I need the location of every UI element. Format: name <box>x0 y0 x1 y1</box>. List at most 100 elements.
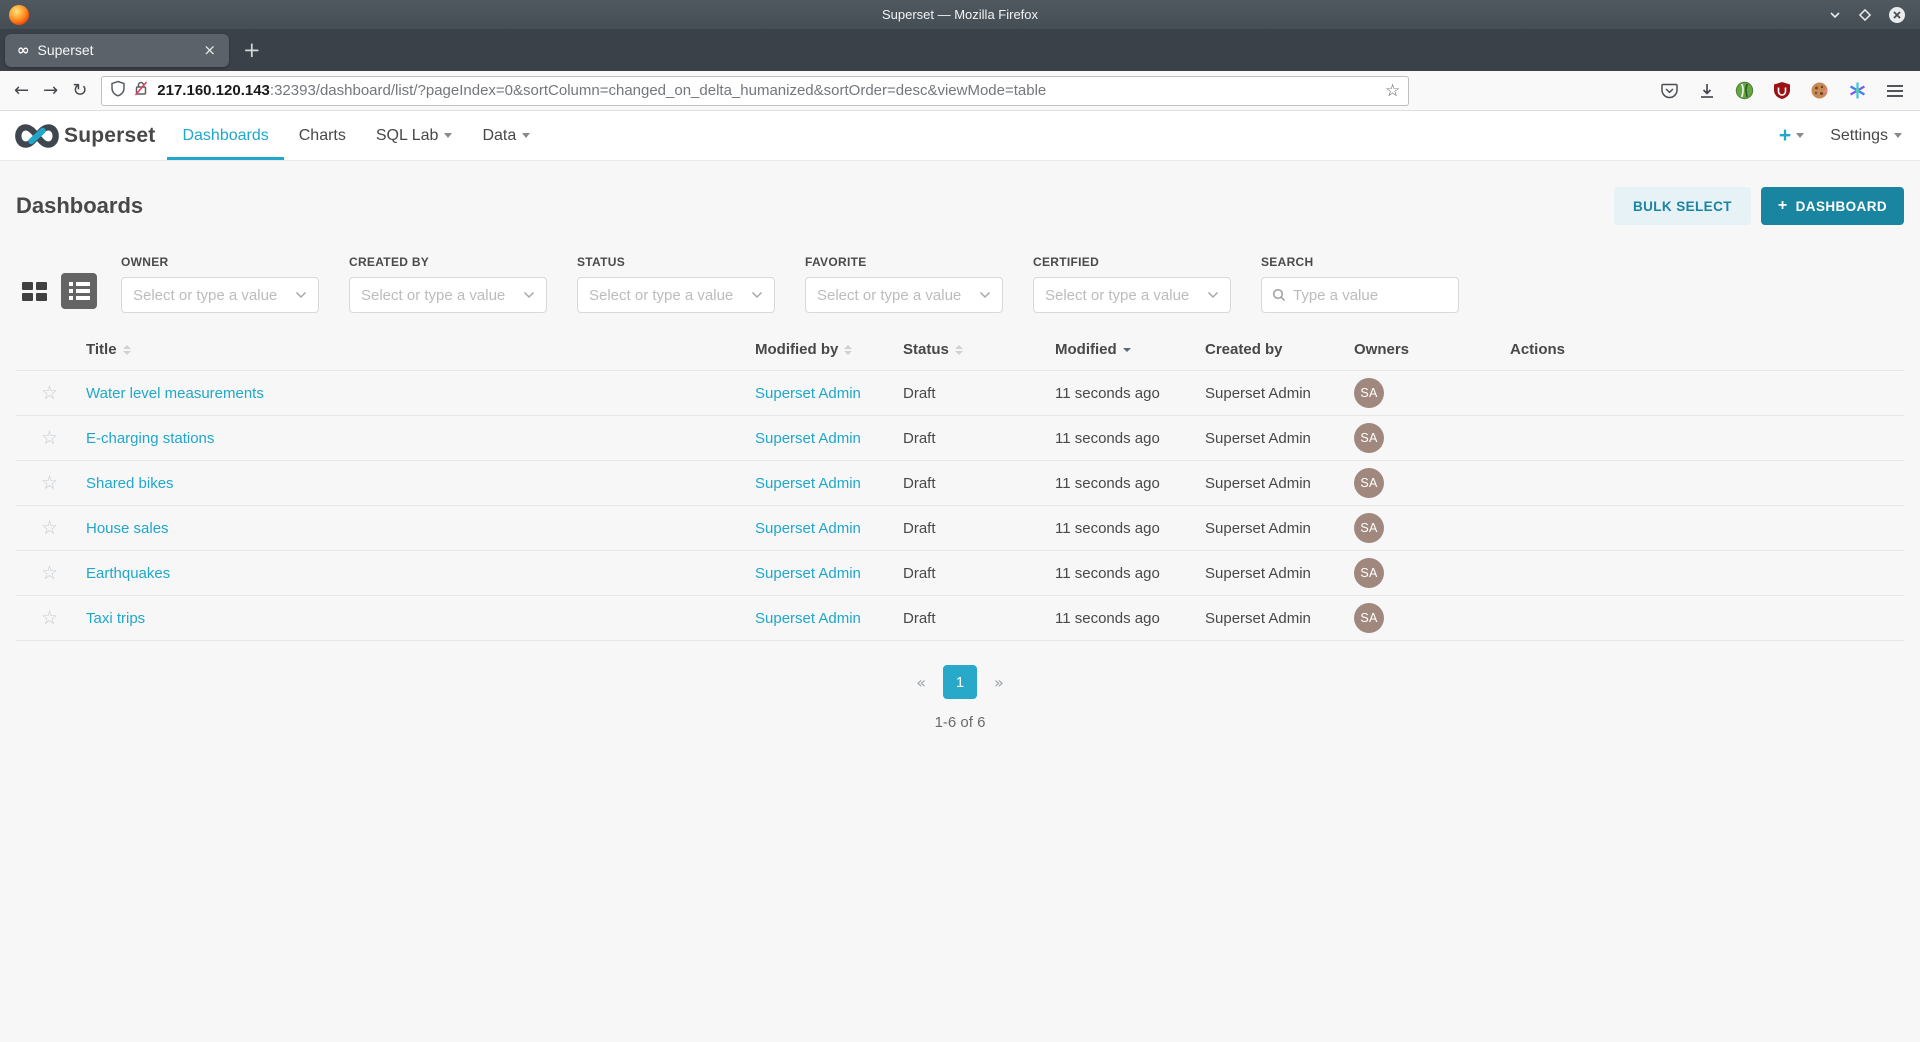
settings-label: Settings <box>1830 127 1888 145</box>
window-maximize-icon[interactable] <box>1858 8 1872 22</box>
favorite-star-icon[interactable]: ☆ <box>41 517 58 539</box>
column-header-owners: Owners <box>1354 341 1510 358</box>
column-header-modified[interactable]: Modified <box>1055 341 1205 358</box>
nav-item-data[interactable]: Data <box>467 111 545 160</box>
nav-item-dashboards[interactable]: Dashboards <box>167 111 283 160</box>
back-icon[interactable]: ← <box>14 80 29 101</box>
select-placeholder: Select or type a value <box>1045 287 1207 304</box>
created-by-cell: Superset Admin <box>1205 475 1354 492</box>
forward-icon[interactable]: → <box>43 80 58 101</box>
new-dashboard-label: DASHBOARD <box>1796 199 1887 214</box>
list-view-toggle[interactable] <box>61 273 97 309</box>
favorite-star-icon[interactable]: ☆ <box>41 472 58 494</box>
favorite-star-icon[interactable]: ☆ <box>41 382 58 404</box>
dashboard-title-link[interactable]: Taxi trips <box>86 610 145 627</box>
pocket-icon[interactable] <box>1660 81 1679 100</box>
chevron-down-icon <box>979 291 991 299</box>
superset-logo[interactable]: Superset <box>0 111 155 160</box>
dashboard-title-link[interactable]: Water level measurements <box>86 385 264 402</box>
column-label: Modified by <box>755 341 838 358</box>
containers-icon[interactable] <box>1848 81 1867 100</box>
url-text[interactable]: 217.160.120.143:32393/dashboard/list/?pa… <box>157 82 1046 99</box>
settings-menu-button[interactable]: Settings <box>1830 127 1902 145</box>
nav-label: SQL Lab <box>376 127 439 145</box>
select-placeholder: Select or type a value <box>133 287 295 304</box>
table-row: ☆ Taxi trips Superset Admin Draft 11 sec… <box>16 596 1904 641</box>
nav-item-sql-lab[interactable]: SQL Lab <box>361 111 468 160</box>
column-label: Actions <box>1510 341 1565 358</box>
table-header-row: Title Modified by Status Modified Create… <box>16 329 1904 371</box>
dashboard-title-link[interactable]: E-charging stations <box>86 430 214 447</box>
new-tab-button[interactable]: + <box>243 40 261 61</box>
nav-label: Charts <box>299 127 346 145</box>
modified-by-link[interactable]: Superset Admin <box>755 430 861 447</box>
modified-cell: 11 seconds ago <box>1055 385 1205 402</box>
new-item-menu-button[interactable]: + <box>1779 125 1804 146</box>
sort-icon <box>955 345 963 355</box>
tab-title: Superset <box>38 42 199 58</box>
owner-avatar[interactable]: SA <box>1354 468 1384 498</box>
owner-avatar[interactable]: SA <box>1354 378 1384 408</box>
window-close-icon[interactable] <box>1888 6 1906 24</box>
privacy-badger-icon[interactable] <box>1735 81 1754 100</box>
brand-name: Superset <box>64 124 155 148</box>
search-icon <box>1272 288 1286 302</box>
modified-by-link[interactable]: Superset Admin <box>755 565 861 582</box>
browser-tab-superset[interactable]: ∞ Superset × <box>5 34 229 67</box>
column-header-status[interactable]: Status <box>903 341 1055 358</box>
owner-filter-select[interactable]: Select or type a value <box>121 277 319 313</box>
url-bar[interactable]: 217.160.120.143:32393/dashboard/list/?pa… <box>101 76 1409 106</box>
dashboard-list-page: Dashboards BULK SELECT + DASHBOARD OW <box>0 161 1920 731</box>
filter-label-owner: OWNER <box>121 255 319 269</box>
pagination-prev-button[interactable]: « <box>916 673 926 692</box>
ublock-origin-icon[interactable] <box>1773 81 1791 100</box>
favorite-star-icon[interactable]: ☆ <box>41 562 58 584</box>
bulk-select-button[interactable]: BULK SELECT <box>1614 187 1751 225</box>
tracking-shield-icon[interactable] <box>110 80 126 102</box>
dashboard-title-link[interactable]: Earthquakes <box>86 565 170 582</box>
owner-avatar[interactable]: SA <box>1354 558 1384 588</box>
sort-icon <box>123 345 131 355</box>
new-dashboard-button[interactable]: + DASHBOARD <box>1761 187 1904 225</box>
owner-avatar[interactable]: SA <box>1354 603 1384 633</box>
column-header-modified-by[interactable]: Modified by <box>755 341 903 358</box>
owner-avatar[interactable]: SA <box>1354 423 1384 453</box>
nav-item-charts[interactable]: Charts <box>284 111 361 160</box>
modified-by-link[interactable]: Superset Admin <box>755 385 861 402</box>
modified-by-link[interactable]: Superset Admin <box>755 475 861 492</box>
favorite-star-icon[interactable]: ☆ <box>41 607 58 629</box>
menu-hamburger-icon[interactable] <box>1886 84 1904 98</box>
chevron-down-icon <box>523 291 535 299</box>
search-box <box>1261 277 1459 313</box>
favorite-filter-select[interactable]: Select or type a value <box>805 277 1003 313</box>
modified-cell: 11 seconds ago <box>1055 610 1205 627</box>
column-header-title[interactable]: Title <box>86 341 755 358</box>
pagination-next-button[interactable]: » <box>994 673 1004 692</box>
cookie-autodelete-icon[interactable] <box>1810 81 1829 100</box>
created-by-filter-select[interactable]: Select or type a value <box>349 277 547 313</box>
reload-icon[interactable]: ↻ <box>72 80 87 101</box>
pagination-summary: 1-6 of 6 <box>16 714 1904 731</box>
window-minimize-icon[interactable] <box>1828 8 1842 22</box>
dashboard-title-link[interactable]: Shared bikes <box>86 475 174 492</box>
search-input[interactable] <box>1293 287 1443 304</box>
browser-toolbar: ← → ↻ 217.160.120.143:32393/dashboard/li… <box>0 71 1920 111</box>
modified-by-link[interactable]: Superset Admin <box>755 610 861 627</box>
table-row: ☆ Earthquakes Superset Admin Draft 11 se… <box>16 551 1904 596</box>
insecure-lock-icon[interactable] <box>133 80 149 102</box>
status-filter-select[interactable]: Select or type a value <box>577 277 775 313</box>
card-view-toggle[interactable] <box>16 273 52 309</box>
filter-label-favorite: FAVORITE <box>805 255 1003 269</box>
pagination-page-1[interactable]: 1 <box>943 665 977 699</box>
modified-by-link[interactable]: Superset Admin <box>755 520 861 537</box>
certified-filter-select[interactable]: Select or type a value <box>1033 277 1231 313</box>
status-cell: Draft <box>903 520 1055 537</box>
favorite-star-icon[interactable]: ☆ <box>41 427 58 449</box>
owner-avatar[interactable]: SA <box>1354 513 1384 543</box>
dashboard-title-link[interactable]: House sales <box>86 520 169 537</box>
tab-close-icon[interactable]: × <box>198 41 221 59</box>
downloads-icon[interactable] <box>1698 82 1716 100</box>
pagination: « 1 » <box>16 665 1904 699</box>
bookmark-star-icon[interactable]: ☆ <box>1385 81 1400 101</box>
status-cell: Draft <box>903 430 1055 447</box>
